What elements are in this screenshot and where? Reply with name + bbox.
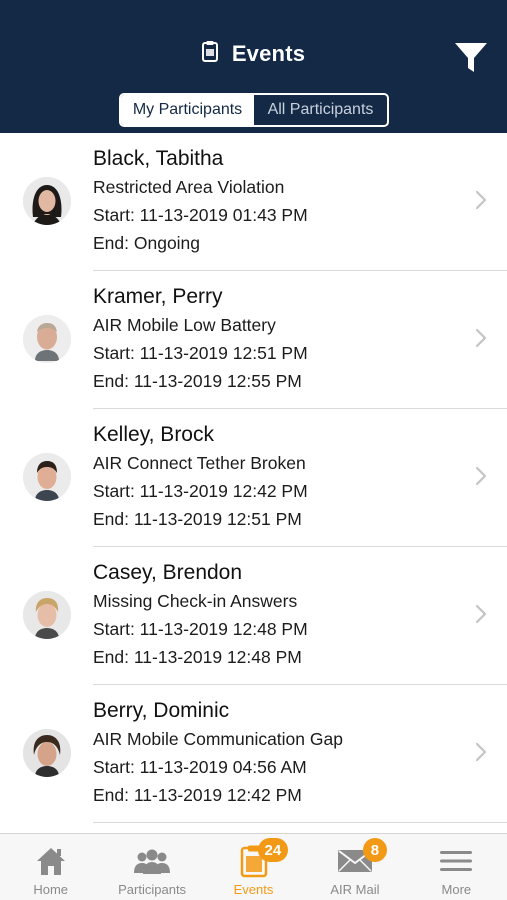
event-end: End: 11-13-2019 12:42 PM — [93, 785, 302, 805]
event-start: Start: 11-13-2019 12:51 PM — [93, 343, 308, 363]
row-divider — [93, 822, 507, 823]
event-end: End: 11-13-2019 12:48 PM — [93, 647, 302, 667]
participants-icon — [134, 849, 171, 874]
participant-name: Black, Tabitha — [93, 147, 224, 170]
event-type: AIR Mobile Low Battery — [93, 315, 276, 335]
filter-button[interactable] — [452, 40, 490, 76]
list-item[interactable]: Casey, Brendon Missing Check-in Answers … — [0, 547, 507, 685]
filter-icon — [455, 43, 487, 72]
chevron-right-icon — [475, 742, 487, 762]
chevron-right-icon — [475, 604, 487, 624]
tab-label: Participants — [118, 882, 187, 897]
tab-label: Events — [233, 882, 274, 897]
participant-name: Berry, Dominic — [93, 699, 230, 722]
tab-air-mail[interactable]: 8 AIR Mail — [304, 834, 405, 900]
avatar — [23, 591, 71, 639]
clipboard-icon — [201, 40, 218, 67]
tab-events[interactable]: 24 Events — [203, 834, 304, 900]
list-item[interactable]: Berry, Dominic AIR Mobile Communication … — [0, 685, 507, 823]
avatar — [23, 315, 71, 363]
menu-icon — [440, 851, 473, 871]
participant-name: Kramer, Perry — [93, 285, 223, 308]
segment-all-participants[interactable]: All Participants — [254, 95, 387, 125]
event-start: Start: 11-13-2019 01:43 PM — [93, 205, 308, 225]
event-type: AIR Mobile Communication Gap — [93, 729, 343, 749]
events-badge: 24 — [257, 838, 289, 862]
chevron-right-icon — [475, 466, 487, 486]
chevron-right-icon — [475, 328, 487, 348]
air-mail-badge: 8 — [362, 838, 387, 862]
home-icon — [36, 848, 65, 875]
avatar — [23, 729, 71, 777]
header: Events My Participants All Participants — [0, 0, 507, 133]
participants-segmented-control: My Participants All Participants — [119, 93, 389, 127]
event-end: End: 11-13-2019 12:55 PM — [93, 371, 302, 391]
tab-participants[interactable]: Participants — [101, 834, 202, 900]
page-title: Events — [231, 40, 306, 66]
event-start: Start: 11-13-2019 12:42 PM — [93, 481, 308, 501]
participant-name: Casey, Brendon — [93, 561, 243, 584]
events-list: Black, Tabitha Restricted Area Violation… — [0, 133, 507, 833]
tab-bar: Home Participants 24 Events 8 AIR Mail M… — [0, 833, 507, 900]
participant-name: Kelley, Brock — [93, 423, 214, 446]
list-item[interactable]: Kramer, Perry AIR Mobile Low Battery Sta… — [0, 271, 507, 409]
tab-home[interactable]: Home — [0, 834, 101, 900]
event-end: End: Ongoing — [93, 233, 201, 253]
avatar — [23, 177, 71, 225]
avatar — [23, 453, 71, 501]
tab-more[interactable]: More — [406, 834, 507, 900]
segment-my-participants[interactable]: My Participants — [121, 95, 254, 125]
tab-label: Home — [33, 882, 69, 897]
tab-label: More — [441, 882, 472, 897]
title-bar: Events — [0, 40, 507, 67]
event-type: Restricted Area Violation — [93, 177, 285, 197]
event-start: Start: 11-13-2019 04:56 AM — [93, 757, 307, 777]
event-end: End: 11-13-2019 12:51 PM — [93, 509, 302, 529]
chevron-right-icon — [475, 190, 487, 210]
event-type: AIR Connect Tether Broken — [93, 453, 306, 473]
event-start: Start: 11-13-2019 12:48 PM — [93, 619, 308, 639]
event-type: Missing Check-in Answers — [93, 591, 298, 611]
tab-label: AIR Mail — [330, 882, 380, 897]
list-item[interactable]: Black, Tabitha Restricted Area Violation… — [0, 133, 507, 271]
list-item[interactable]: Kelley, Brock AIR Connect Tether Broken … — [0, 409, 507, 547]
